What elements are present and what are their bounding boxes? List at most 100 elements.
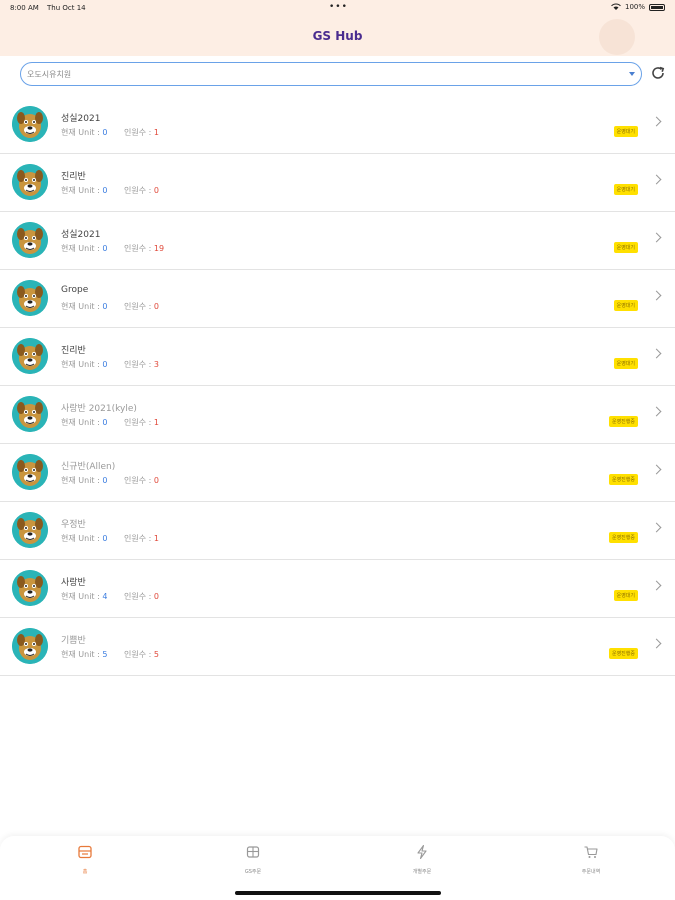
member-count: 3 xyxy=(153,360,159,369)
tab-gs-order[interactable]: GS주문 xyxy=(223,844,283,875)
chevron-right-icon xyxy=(651,116,662,127)
member-label: 인원수 : xyxy=(123,244,152,253)
filter-row: 오도시유치원 xyxy=(0,56,675,96)
multitask-dots[interactable]: ••• xyxy=(329,2,348,12)
class-title: 우정반 xyxy=(61,520,86,530)
unit-value: 0 xyxy=(102,534,108,543)
tab-order-history-label: 주문내역 xyxy=(581,869,601,875)
member-count: 1 xyxy=(153,418,159,427)
class-avatar xyxy=(12,512,48,548)
class-avatar xyxy=(12,106,48,142)
class-row[interactable]: 사랑반 2021(kyle) 현재 Unit : 0 인원수 : 1 운영진행중 xyxy=(0,386,675,444)
class-meta: 현재 Unit : 0 인원수 : 0 xyxy=(61,475,159,486)
class-row[interactable]: 성실2021 현재 Unit : 0 인원수 : 19 운영대기 xyxy=(0,212,675,270)
unit-value: 0 xyxy=(102,302,108,311)
unit-label: 현재 Unit : xyxy=(61,244,100,253)
unit-label: 현재 Unit : xyxy=(61,128,100,137)
battery-icon xyxy=(649,3,665,11)
member-count: 0 xyxy=(153,592,159,601)
refresh-icon[interactable] xyxy=(649,64,667,82)
class-title: 사랑반 xyxy=(61,578,86,588)
class-list: 성실2021 현재 Unit : 0 인원수 : 1 운영대기 진리반 현재 U… xyxy=(0,96,675,676)
member-count: 5 xyxy=(153,650,159,659)
class-meta: 현재 Unit : 0 인원수 : 0 xyxy=(61,185,159,196)
status-time: 8:00 AM xyxy=(10,4,39,12)
class-meta: 현재 Unit : 0 인원수 : 19 xyxy=(61,243,164,254)
unit-value: 0 xyxy=(102,476,108,485)
lightning-icon xyxy=(417,844,427,860)
unit-label: 현재 Unit : xyxy=(61,302,100,311)
class-row[interactable]: Grope 현재 Unit : 0 인원수 : 0 운영대기 xyxy=(0,270,675,328)
status-bar: 8:00 AM Thu Oct 14 ••• 100% xyxy=(0,0,675,18)
unit-label: 현재 Unit : xyxy=(61,360,100,369)
status-badge: 운영진행중 xyxy=(608,532,638,543)
class-row[interactable]: 기쁨반 현재 Unit : 5 인원수 : 5 운영진행중 xyxy=(0,618,675,676)
member-count: 0 xyxy=(153,302,159,311)
class-meta: 현재 Unit : 0 인원수 : 3 xyxy=(61,359,159,370)
chevron-right-icon xyxy=(651,348,662,359)
class-row[interactable]: 신규반(Allen) 현재 Unit : 0 인원수 : 0 운영진행중 xyxy=(0,444,675,502)
status-badge: 운영대기 xyxy=(613,184,638,195)
class-row[interactable]: 진리반 현재 Unit : 0 인원수 : 3 운영대기 xyxy=(0,328,675,386)
class-title: 신규반(Allen) xyxy=(61,462,116,472)
member-label: 인원수 : xyxy=(123,418,152,427)
chevron-right-icon xyxy=(651,580,662,591)
status-badge: 운영대기 xyxy=(613,242,638,253)
class-row[interactable]: 성실2021 현재 Unit : 0 인원수 : 1 운영대기 xyxy=(0,96,675,154)
cart-icon xyxy=(584,846,598,858)
class-avatar xyxy=(12,280,48,316)
app-title: GS Hub xyxy=(312,29,363,43)
member-label: 인원수 : xyxy=(123,592,152,601)
status-indicators: 100% xyxy=(611,3,665,11)
member-count: 0 xyxy=(153,186,159,195)
unit-value: 0 xyxy=(102,360,108,369)
unit-label: 현재 Unit : xyxy=(61,650,100,659)
status-badge: 운영대기 xyxy=(613,300,638,311)
class-meta: 현재 Unit : 0 인원수 : 1 xyxy=(61,127,159,138)
tab-home-label: 홈 xyxy=(82,869,88,875)
box-icon xyxy=(246,846,260,858)
unit-label: 현재 Unit : xyxy=(61,534,100,543)
class-avatar xyxy=(12,570,48,606)
unit-value: 4 xyxy=(102,592,108,601)
class-title: 진리반 xyxy=(61,346,86,356)
class-row[interactable]: 우정반 현재 Unit : 0 인원수 : 1 운영진행중 xyxy=(0,502,675,560)
tab-order-history[interactable]: 주문내역 xyxy=(561,844,621,875)
class-avatar xyxy=(12,338,48,374)
member-label: 인원수 : xyxy=(123,476,152,485)
class-title: 진리반 xyxy=(61,172,86,182)
school-select-value: 오도시유치원 xyxy=(27,70,72,79)
school-select[interactable]: 오도시유치원 xyxy=(20,62,642,86)
wifi-icon xyxy=(611,3,621,10)
tab-individual-order[interactable]: 개별주문 xyxy=(392,844,452,875)
chevron-right-icon xyxy=(651,406,662,417)
class-title: 기쁨반 xyxy=(61,636,86,646)
class-row[interactable]: 사랑반 현재 Unit : 4 인원수 : 0 운영대기 xyxy=(0,560,675,618)
class-avatar xyxy=(12,222,48,258)
chevron-right-icon xyxy=(651,464,662,475)
member-label: 인원수 : xyxy=(123,302,152,311)
class-row[interactable]: 진리반 현재 Unit : 0 인원수 : 0 운영대기 xyxy=(0,154,675,212)
tab-gs-order-label: GS주문 xyxy=(244,869,262,875)
chevron-right-icon xyxy=(651,522,662,533)
member-label: 인원수 : xyxy=(123,650,152,659)
class-meta: 현재 Unit : 4 인원수 : 0 xyxy=(61,591,159,602)
member-count: 0 xyxy=(153,476,159,485)
status-time-date: 8:00 AM Thu Oct 14 xyxy=(10,4,92,12)
tab-home[interactable]: 홈 xyxy=(55,844,115,875)
status-badge: 운영진행중 xyxy=(608,416,638,427)
member-count: 1 xyxy=(153,534,159,543)
home-icon xyxy=(78,845,92,859)
class-title: 성실2021 xyxy=(61,230,101,240)
status-badge: 운영대기 xyxy=(613,126,638,137)
member-label: 인원수 : xyxy=(123,360,152,369)
tab-individual-order-label: 개별주문 xyxy=(412,869,432,875)
unit-label: 현재 Unit : xyxy=(61,186,100,195)
profile-avatar[interactable] xyxy=(599,19,635,55)
chevron-right-icon xyxy=(651,638,662,649)
unit-label: 현재 Unit : xyxy=(61,592,100,601)
unit-value: 0 xyxy=(102,244,108,253)
member-label: 인원수 : xyxy=(123,128,152,137)
status-badge: 운영대기 xyxy=(613,358,638,369)
class-meta: 현재 Unit : 5 인원수 : 5 xyxy=(61,649,159,660)
